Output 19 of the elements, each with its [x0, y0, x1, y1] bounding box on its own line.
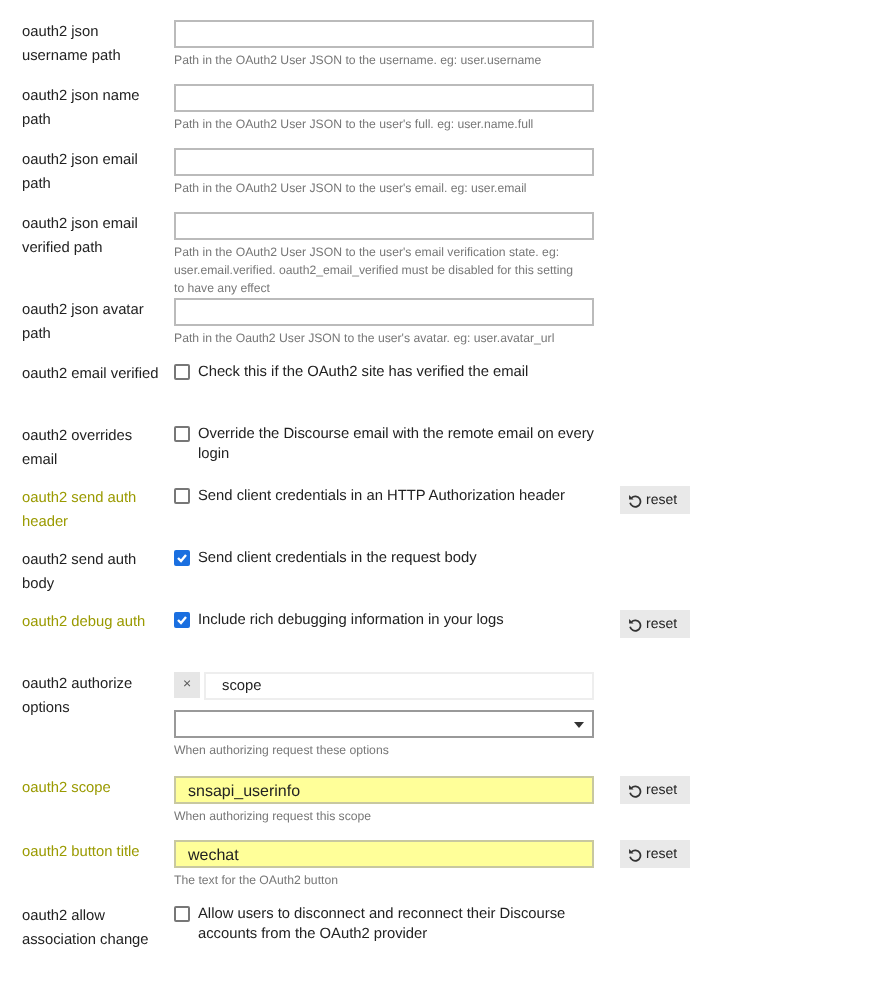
text-field[interactable]: snsapi_userinfo: [174, 776, 594, 804]
checkbox[interactable]: [174, 364, 190, 380]
undo-icon: [628, 783, 642, 797]
checkbox[interactable]: [174, 426, 190, 442]
checkbox[interactable]: [174, 550, 190, 566]
undo-icon: [628, 493, 642, 507]
text-field[interactable]: [174, 148, 594, 176]
text-field[interactable]: [174, 212, 594, 240]
checkbox[interactable]: [174, 488, 190, 504]
checkbox[interactable]: [174, 906, 190, 922]
dropdown[interactable]: [174, 710, 594, 738]
caret-icon: [574, 721, 584, 727]
text-field[interactable]: [174, 84, 594, 112]
text-field[interactable]: [174, 298, 594, 326]
undo-icon: [628, 847, 642, 861]
checkbox[interactable]: [174, 612, 190, 628]
text-field[interactable]: [174, 20, 594, 48]
undo-icon: [628, 617, 642, 631]
text-field[interactable]: wechat: [174, 840, 594, 868]
